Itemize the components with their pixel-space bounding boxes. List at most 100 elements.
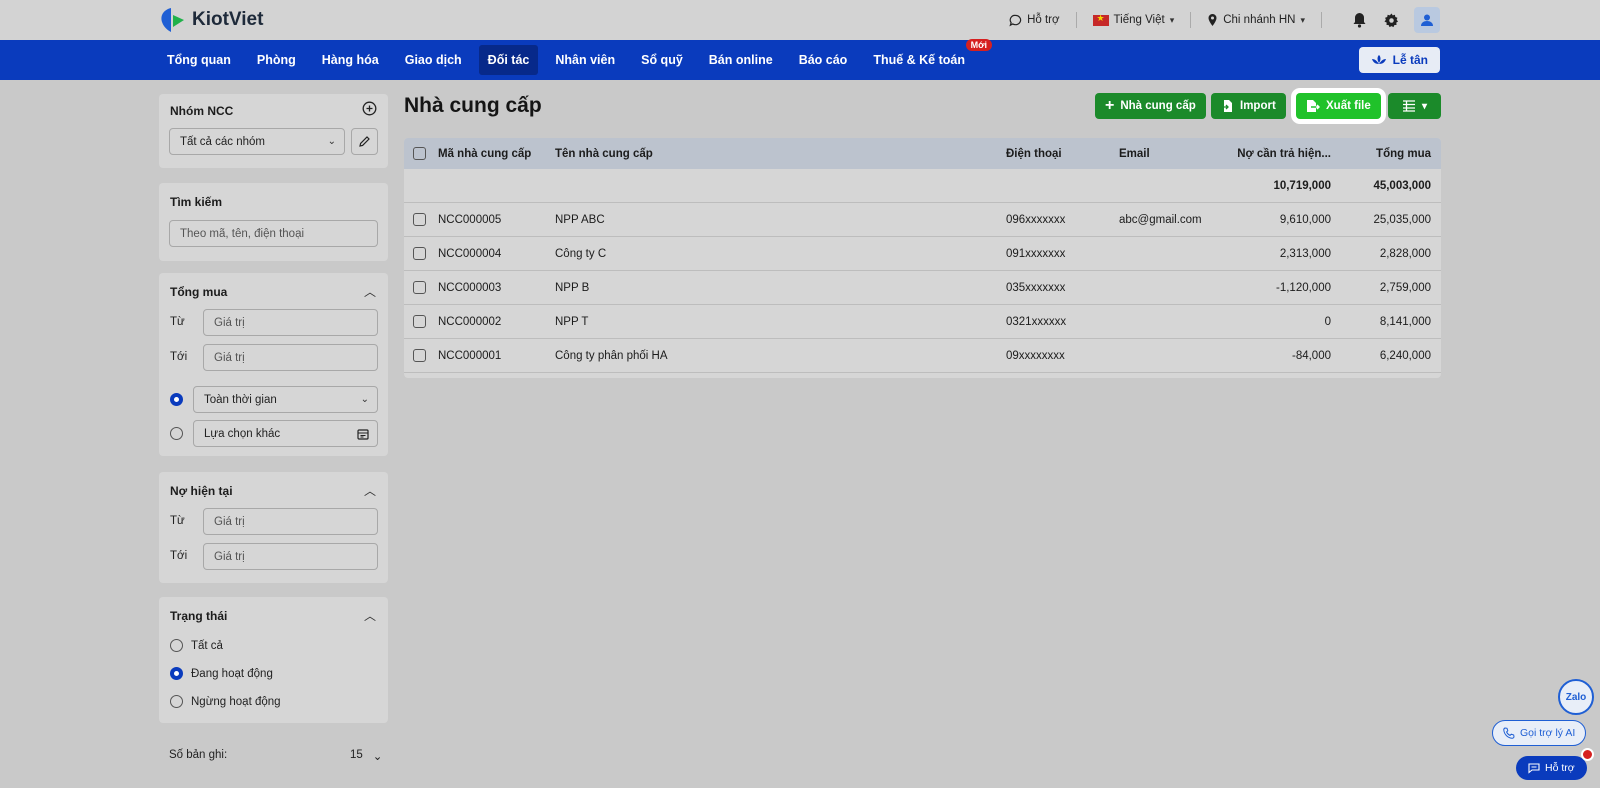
- supplier-name: Công ty phân phối HA: [555, 350, 668, 362]
- custom-range-radio[interactable]: [170, 427, 183, 440]
- user-avatar[interactable]: [1414, 7, 1440, 33]
- table-row[interactable]: NCC000001 Công ty phân phối HA 09xxxxxxxx -…: [404, 339, 1441, 373]
- help-chat-button[interactable]: Hỗ trợ: [1516, 756, 1587, 780]
- supplier-code: NCC000001: [438, 350, 502, 362]
- panel-title: Nợ hiện tại: [170, 484, 233, 498]
- vietnam-flag-icon: [1092, 13, 1109, 26]
- chevron-down-icon: ▾: [1169, 14, 1175, 25]
- group-select[interactable]: Tất cả các nhóm ⌄: [169, 128, 345, 155]
- support-link[interactable]: Hỗ trợ: [1009, 14, 1060, 27]
- column-header-total-purchase[interactable]: Tổng mua: [1376, 148, 1431, 160]
- supplier-code: NCC000002: [438, 316, 502, 328]
- nav-item-products[interactable]: Hàng hóa: [313, 45, 388, 75]
- export-file-label: Xuất file: [1326, 100, 1371, 112]
- supplier-name: NPP T: [555, 316, 589, 328]
- row-checkbox[interactable]: [413, 349, 426, 362]
- add-group-button[interactable]: [362, 101, 377, 119]
- value-placeholder: Giá trị: [214, 316, 245, 329]
- export-file-button[interactable]: Xuất file: [1296, 93, 1381, 119]
- total-purchase-panel: Tổng mua ︿ Từ Giá trị Tới Giá trị Toàn t…: [159, 273, 388, 456]
- chevron-up-icon[interactable]: ︿: [364, 482, 376, 499]
- table-row[interactable]: NCC000005 NPP ABC 096xxxxxxx abc@gmail.com 9…: [404, 203, 1441, 237]
- add-supplier-label: Nhà cung cấp: [1120, 100, 1196, 112]
- records-per-page-label: Số bản ghi:: [169, 749, 228, 761]
- page-title: Nhà cung cấp: [404, 94, 542, 117]
- ai-assistant-button[interactable]: Gọi trợ lý AI: [1492, 720, 1587, 746]
- app-logo[interactable]: KiotViet: [158, 6, 263, 34]
- nav-item-transactions[interactable]: Giao dịch: [396, 45, 471, 75]
- supplier-phone: 0321xxxxxx: [1006, 316, 1067, 328]
- row-checkbox[interactable]: [413, 213, 426, 226]
- column-header-code[interactable]: Mã nhà cung cấp: [438, 148, 531, 160]
- nav-item-partners[interactable]: Đối tác: [478, 45, 539, 75]
- status-active-radio[interactable]: [170, 667, 183, 680]
- kiotviet-logo-icon: [161, 8, 184, 32]
- value-placeholder: Giá trị: [214, 550, 245, 563]
- notification-button[interactable]: [1348, 9, 1370, 31]
- list-view-icon: [1402, 100, 1415, 112]
- debt-from-input[interactable]: Giá trị: [203, 508, 378, 535]
- search-input[interactable]: Theo mã, tên, điện thoại: [169, 220, 378, 247]
- from-label: Từ: [170, 515, 185, 527]
- reception-label: Lễ tân: [1392, 53, 1428, 67]
- select-all-checkbox[interactable]: [413, 147, 426, 160]
- help-chat-label: Hỗ trợ: [1545, 762, 1575, 774]
- column-header-phone[interactable]: Điện thoại: [1006, 148, 1062, 160]
- zalo-button[interactable]: Zalo: [1558, 679, 1594, 715]
- status-all-radio[interactable]: [170, 639, 183, 652]
- table-row[interactable]: NCC000003 NPP B 035xxxxxxx -1,120,000 2,759,…: [404, 271, 1441, 305]
- supplier-debt: 0: [1324, 316, 1331, 328]
- supplier-name: NPP B: [555, 282, 590, 294]
- records-per-page-select[interactable]: 15 ⌄: [350, 749, 382, 763]
- column-settings-button[interactable]: ▾: [1388, 93, 1441, 119]
- debt-to-input[interactable]: Giá trị: [203, 543, 378, 570]
- chat-bubble-icon: [1009, 14, 1022, 26]
- chevron-up-icon[interactable]: ︿: [364, 607, 376, 624]
- column-header-email[interactable]: Email: [1119, 148, 1150, 160]
- row-checkbox[interactable]: [413, 247, 426, 260]
- add-supplier-button[interactable]: + Nhà cung cấp: [1095, 93, 1206, 119]
- column-header-debt[interactable]: Nợ cần trả hiện...: [1237, 148, 1331, 160]
- divider: [1190, 12, 1192, 28]
- supplier-debt: 2,313,000: [1279, 248, 1331, 260]
- language-select[interactable]: Tiếng Việt ▾: [1092, 13, 1175, 26]
- supplier-phone: 09xxxxxxxx: [1006, 350, 1065, 362]
- column-header-name[interactable]: Tên nhà cung cấp: [555, 148, 653, 160]
- nav-item-reports[interactable]: Báo cáo: [790, 45, 857, 75]
- table-row[interactable]: NCC000004 Công ty C 091xxxxxxx 2,313,000 2,8…: [404, 237, 1441, 271]
- records-per-page-value: 15: [350, 749, 363, 761]
- row-checkbox[interactable]: [413, 315, 426, 328]
- chevron-down-icon: ⌄: [327, 136, 336, 147]
- settings-button[interactable]: [1380, 9, 1402, 31]
- nav-item-rooms[interactable]: Phòng: [248, 45, 305, 75]
- supplier-total-purchase: 2,828,000: [1379, 248, 1431, 260]
- group-select-value: Tất cả các nhóm: [180, 135, 266, 148]
- branch-label: Chi nhánh HN: [1223, 14, 1296, 26]
- pencil-icon: [359, 136, 370, 147]
- chevron-down-icon: ⌄: [372, 751, 383, 763]
- status-inactive-label: Ngừng hoạt động: [191, 696, 281, 708]
- total-purchase-to-input[interactable]: Giá trị: [203, 344, 378, 371]
- status-active-label: Đang hoạt động: [191, 668, 273, 680]
- branch-select[interactable]: Chi nhánh HN ▾: [1207, 13, 1305, 27]
- nav-item-tax-accounting[interactable]: Thuế & Kế toán Mới: [864, 39, 992, 75]
- reception-button[interactable]: Lễ tân: [1358, 47, 1440, 73]
- nav-item-employees[interactable]: Nhân viên: [546, 45, 624, 75]
- status-inactive-radio[interactable]: [170, 695, 183, 708]
- row-checkbox[interactable]: [413, 281, 426, 294]
- nav-item-online-sales[interactable]: Bán online: [700, 45, 782, 75]
- time-range-select[interactable]: Toàn thời gian ⌄: [193, 386, 378, 413]
- plus-circle-icon: [362, 101, 377, 116]
- nav-item-cashbook[interactable]: Sổ quỹ: [632, 45, 692, 75]
- lotus-icon: [1371, 55, 1386, 64]
- chevron-up-icon[interactable]: ︿: [364, 283, 376, 300]
- total-purchase-from-input[interactable]: Giá trị: [203, 309, 378, 336]
- custom-range-picker[interactable]: Lựa chọn khác: [193, 420, 378, 447]
- edit-group-button[interactable]: [351, 128, 378, 155]
- nav-item-overview[interactable]: Tổng quan: [158, 45, 240, 75]
- table-row[interactable]: NCC000002 NPP T 0321xxxxxx 0 8,141,000: [404, 305, 1441, 339]
- panel-title: Trạng thái: [170, 609, 228, 623]
- import-button[interactable]: Import: [1211, 93, 1286, 119]
- supplier-debt: 9,610,000: [1279, 214, 1331, 226]
- all-time-radio[interactable]: [170, 393, 183, 406]
